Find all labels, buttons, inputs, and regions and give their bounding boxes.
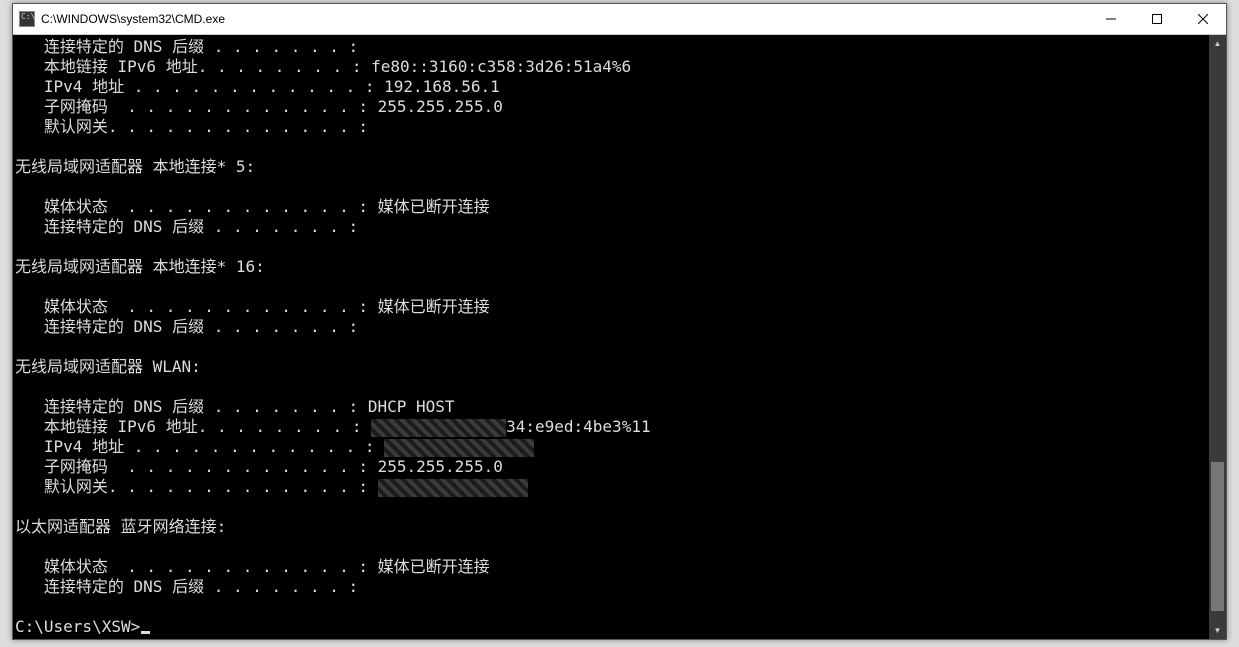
vertical-scrollbar[interactable]: ▲ ▼ xyxy=(1209,35,1226,639)
redacted-block xyxy=(384,439,534,457)
scroll-track[interactable] xyxy=(1209,52,1226,622)
output-line: 本地链接 IPv6 地址. . . . . . . . : 34:e9ed:4b… xyxy=(15,417,651,436)
close-button[interactable] xyxy=(1180,4,1226,34)
output-text: 34:e9ed:4be3%11 xyxy=(506,417,651,436)
output-line: 本地链接 IPv6 地址. . . . . . . . : fe80::3160… xyxy=(15,57,631,76)
redacted-block xyxy=(378,479,528,497)
cursor xyxy=(141,631,150,634)
output-text: IPv4 地址 . . . . . . . . . . . . : xyxy=(15,437,384,456)
output-line: 媒体状态 . . . . . . . . . . . . : 媒体已断开连接 xyxy=(15,197,490,216)
scroll-up-button[interactable]: ▲ xyxy=(1209,35,1226,52)
window-title: C:\WINDOWS\system32\CMD.exe xyxy=(41,12,1088,26)
output-line: 无线局域网适配器 本地连接* 16: xyxy=(15,257,265,276)
maximize-button[interactable] xyxy=(1134,4,1180,34)
output-line: IPv4 地址 . . . . . . . . . . . . : xyxy=(15,437,534,456)
output-line: 连接特定的 DNS 后缀 . . . . . . . : xyxy=(15,217,358,236)
output-line: 子网掩码 . . . . . . . . . . . . : 255.255.2… xyxy=(15,457,503,476)
output-text: 本地链接 IPv6 地址. . . . . . . . : xyxy=(15,417,371,436)
output-line: 连接特定的 DNS 后缀 . . . . . . . : xyxy=(15,577,358,596)
output-line: 子网掩码 . . . . . . . . . . . . : 255.255.2… xyxy=(15,97,503,116)
redacted-block xyxy=(371,419,506,437)
terminal-area: 连接特定的 DNS 后缀 . . . . . . . : 本地链接 IPv6 地… xyxy=(13,35,1226,639)
prompt: C:\Users\XSW> xyxy=(15,617,140,636)
output-line: 无线局域网适配器 WLAN: xyxy=(15,357,201,376)
title-bar[interactable]: C:\WINDOWS\system32\CMD.exe xyxy=(13,4,1226,35)
scroll-thumb[interactable] xyxy=(1211,462,1224,610)
cmd-window: C:\WINDOWS\system32\CMD.exe 连接特定的 DNS 后缀… xyxy=(12,3,1227,640)
app-icon xyxy=(19,11,35,27)
output-line: 默认网关. . . . . . . . . . . . . : xyxy=(15,117,368,136)
scroll-down-button[interactable]: ▼ xyxy=(1209,622,1226,639)
output-line: 无线局域网适配器 本地连接* 5: xyxy=(15,157,255,176)
output-line: 默认网关. . . . . . . . . . . . . : xyxy=(15,477,528,496)
terminal-output[interactable]: 连接特定的 DNS 后缀 . . . . . . . : 本地链接 IPv6 地… xyxy=(13,35,1209,639)
output-line: 媒体状态 . . . . . . . . . . . . : 媒体已断开连接 xyxy=(15,557,490,576)
output-line: 连接特定的 DNS 后缀 . . . . . . . : DHCP HOST xyxy=(15,397,455,416)
output-line: 媒体状态 . . . . . . . . . . . . : 媒体已断开连接 xyxy=(15,297,490,316)
output-line: 以太网适配器 蓝牙网络连接: xyxy=(15,517,226,536)
output-line: 连接特定的 DNS 后缀 . . . . . . . : xyxy=(15,317,358,336)
output-text: 默认网关. . . . . . . . . . . . . : xyxy=(15,477,378,496)
output-line: 连接特定的 DNS 后缀 . . . . . . . : xyxy=(15,37,358,56)
minimize-button[interactable] xyxy=(1088,4,1134,34)
output-line: IPv4 地址 . . . . . . . . . . . . : 192.16… xyxy=(15,77,500,96)
